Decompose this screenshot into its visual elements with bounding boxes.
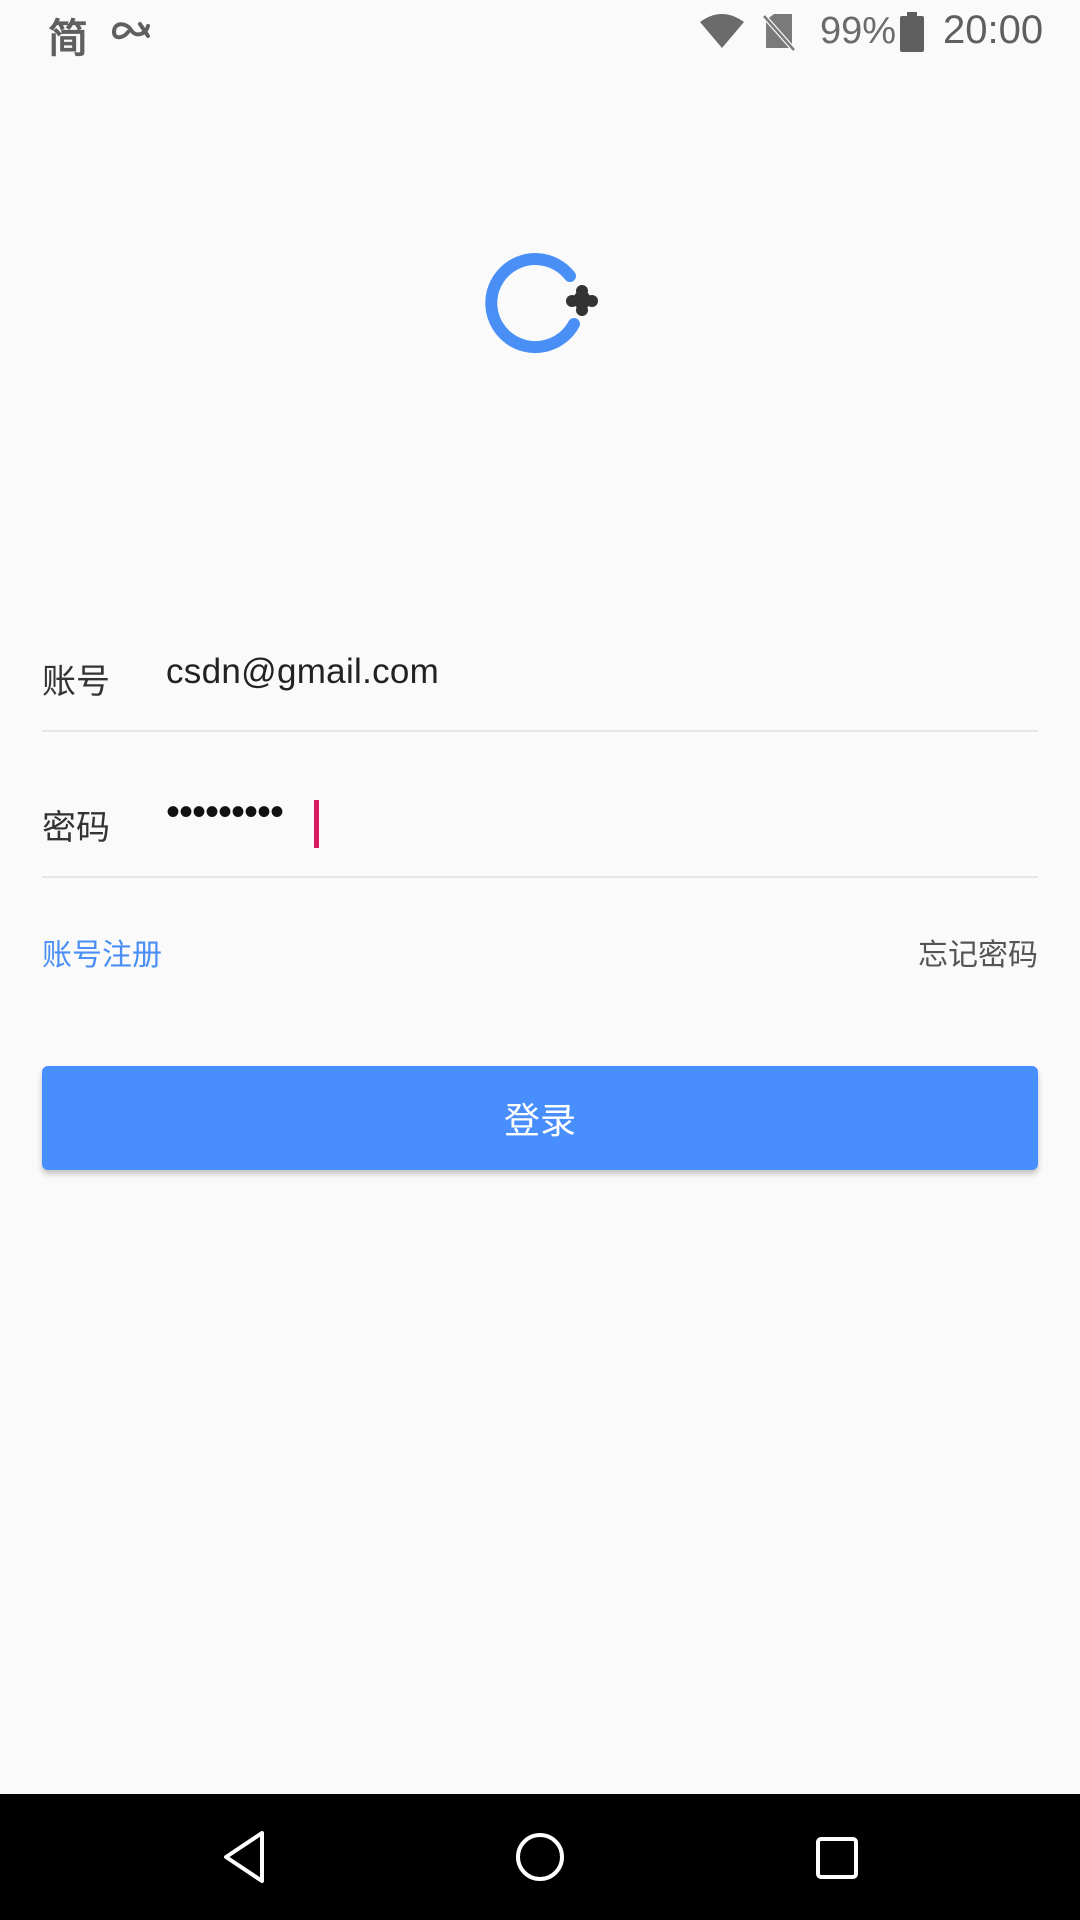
infinity-icon [112, 22, 150, 40]
password-label: 密码 [42, 808, 110, 848]
recents-icon[interactable] [812, 1833, 862, 1883]
account-label: 账号 [42, 662, 110, 702]
navigation-bar [0, 1794, 1080, 1920]
wifi-icon [700, 14, 744, 48]
login-screen: 简 99% 20:00 账号 csdn@gmail.com 密码 •••••••… [0, 0, 1080, 1920]
no-sim-icon [762, 14, 796, 52]
text-cursor [314, 800, 319, 848]
status-bar: 简 99% 20:00 [0, 0, 1080, 64]
back-icon[interactable] [218, 1827, 268, 1887]
input-method-indicator: 简 [48, 16, 88, 62]
password-field[interactable]: 密码 ••••••••• [42, 776, 1038, 878]
app-logo-icon [485, 253, 598, 354]
account-input[interactable]: csdn@gmail.com [166, 652, 439, 692]
password-input[interactable]: ••••••••• [166, 790, 284, 835]
register-link[interactable]: 账号注册 [42, 930, 162, 974]
battery-icon [900, 12, 924, 52]
battery-percent: 99% [820, 10, 897, 52]
home-icon[interactable] [514, 1831, 566, 1883]
clock: 20:00 [943, 8, 1044, 52]
forgot-password-link[interactable]: 忘记密码 [918, 930, 1038, 974]
account-field[interactable]: 账号 csdn@gmail.com [42, 630, 1038, 732]
login-button[interactable]: 登录 [42, 1066, 1038, 1170]
